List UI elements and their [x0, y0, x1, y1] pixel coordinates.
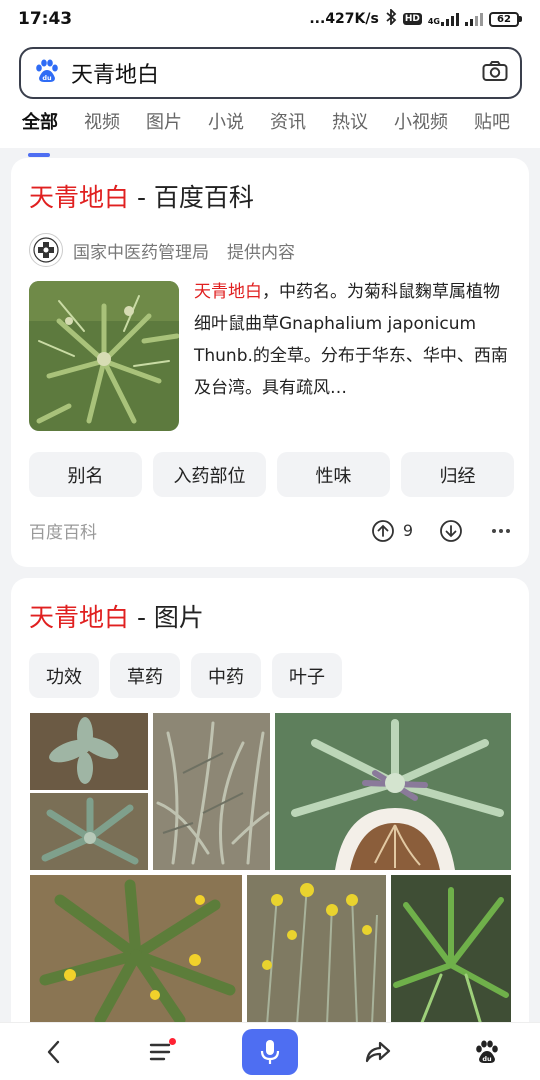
title-keyword: 天青地白 [29, 603, 130, 632]
bluetooth-icon [385, 7, 397, 29]
downvote-button[interactable] [439, 519, 463, 543]
bottom-navigation: du [0, 1022, 540, 1080]
image-chip[interactable]: 功效 [29, 653, 99, 698]
baike-card[interactable]: 天青地白 - 百度百科 国家中医药管理局 提供内容 天青地白，中药名。为菊科鼠麴… [11, 158, 529, 567]
plant-image[interactable] [391, 875, 511, 1025]
tcm-administration-logo-icon [29, 233, 63, 267]
title-suffix: - 百度百科 [129, 183, 254, 212]
abstract-keyword: 天青地白 [194, 282, 262, 302]
status-indicators: ...427K/s HD 4G 62 [309, 7, 522, 29]
signal-icon [465, 12, 483, 26]
baidu-paw-icon[interactable]: du [33, 58, 59, 88]
baike-card-footer: 百度百科 9 [29, 518, 513, 543]
plant-image[interactable] [275, 713, 511, 870]
image-card-title[interactable]: 天青地白 - 图片 [29, 598, 204, 634]
image-chip[interactable]: 叶子 [272, 653, 342, 698]
battery-icon: 62 [489, 11, 522, 27]
provider-name: 国家中医药管理局 [73, 242, 209, 263]
baike-chip[interactable]: 入药部位 [153, 452, 266, 497]
plant-image[interactable] [247, 875, 386, 1025]
plant-image[interactable] [153, 713, 270, 870]
baidu-paw-icon: du [476, 1040, 498, 1063]
upvote-button[interactable]: 9 [371, 519, 413, 543]
provider-suffix: 提供内容 [227, 242, 295, 263]
baike-card-title[interactable]: 天青地白 - 百度百科 [29, 178, 254, 214]
search-tabs: 全部 视频 图片 小说 资讯 热议 小视频 贴吧 [0, 108, 536, 157]
search-box[interactable]: du 天青地白 [19, 47, 522, 99]
search-header: du 天青地白 全部 视频 图片 小说 资讯 热议 小视频 贴吧 [0, 38, 540, 157]
image-chip[interactable]: 中药 [191, 653, 261, 698]
baike-abstract[interactable]: 天青地白，中药名。为菊科鼠麴草属植物细叶鼠曲草Gnaphalium japoni… [194, 276, 512, 404]
net-speed: ...427K/s [309, 11, 379, 27]
menu-button[interactable] [134, 1029, 190, 1075]
svg-text:du: du [482, 1055, 492, 1063]
source-label[interactable]: 百度百科 [29, 518, 345, 543]
baike-chip-row: 别名 入药部位 性味 归经 [29, 452, 514, 497]
tab-3[interactable]: 小说 [208, 108, 244, 148]
signal-4g-icon: 4G [428, 12, 459, 26]
network-type: 4G [427, 17, 440, 26]
notification-dot [169, 1037, 176, 1045]
hd-badge: HD [402, 13, 422, 25]
tab-4[interactable]: 资讯 [270, 108, 306, 148]
plant-image[interactable] [30, 713, 148, 790]
voice-search-button[interactable] [242, 1028, 298, 1075]
image-card[interactable]: 天青地白 - 图片 功效 草药 中药 叶子 [11, 578, 529, 1038]
tab-7[interactable]: 贴吧 [474, 108, 510, 148]
downvote-icon [440, 519, 462, 542]
battery-level: 62 [489, 11, 519, 27]
baike-chip[interactable]: 别名 [29, 452, 142, 497]
back-arrow-icon [47, 1040, 60, 1063]
baike-chip[interactable]: 归经 [401, 452, 514, 497]
image-chip[interactable]: 草药 [110, 653, 180, 698]
upvote-icon [371, 519, 394, 542]
svg-text:du: du [42, 74, 52, 82]
share-button[interactable] [350, 1029, 406, 1075]
back-button[interactable] [26, 1029, 82, 1075]
tab-5[interactable]: 热议 [332, 108, 368, 148]
share-icon [365, 1041, 391, 1062]
baike-chip[interactable]: 性味 [277, 452, 390, 497]
content-provider[interactable]: 国家中医药管理局 提供内容 [29, 233, 295, 267]
status-time: 17:43 [18, 9, 73, 29]
tab-1[interactable]: 视频 [84, 108, 120, 148]
plant-image[interactable] [30, 793, 148, 870]
tab-6[interactable]: 小视频 [394, 108, 448, 148]
title-keyword: 天青地白 [29, 183, 130, 212]
status-bar: 17:43 ...427K/s HD 4G 62 [0, 0, 540, 38]
tab-2[interactable]: 图片 [146, 108, 182, 148]
upvote-count: 9 [402, 521, 413, 540]
plant-thumbnail[interactable] [29, 281, 179, 431]
more-options-button[interactable] [489, 519, 513, 543]
title-suffix: - 图片 [129, 603, 204, 632]
search-input[interactable]: 天青地白 [71, 57, 482, 89]
more-icon [492, 528, 510, 533]
microphone-icon [260, 1039, 280, 1064]
tab-0[interactable]: 全部 [22, 108, 58, 157]
camera-icon[interactable] [482, 60, 508, 86]
image-chip-row: 功效 草药 中药 叶子 [29, 653, 342, 698]
plant-image[interactable] [30, 875, 242, 1025]
baidu-home-button[interactable]: du [458, 1029, 514, 1075]
